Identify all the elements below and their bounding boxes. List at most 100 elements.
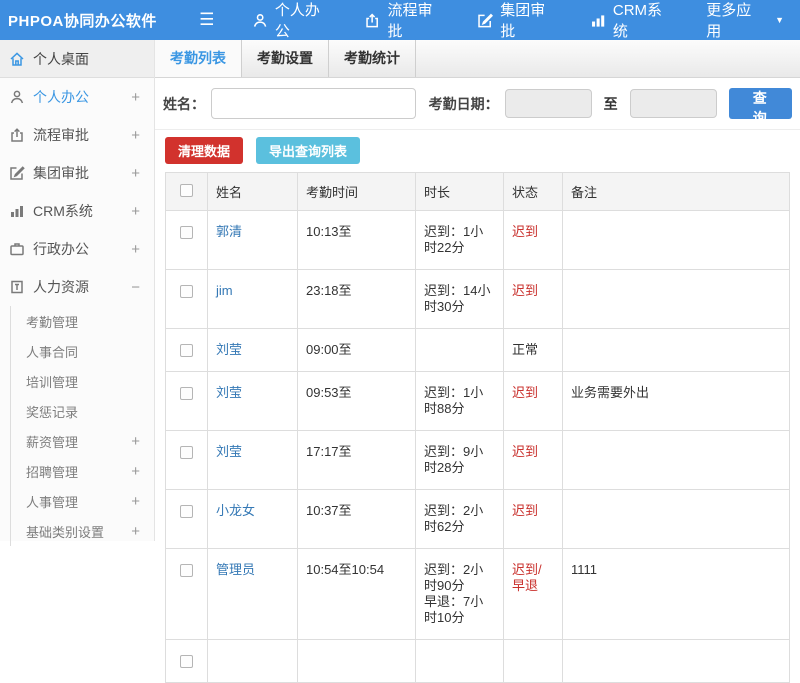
sidebar-item-recruitment-management[interactable]: 招聘管理 + bbox=[11, 456, 154, 486]
sidebar-item-hr-contract[interactable]: 人事合同 bbox=[11, 336, 154, 366]
attendance-time: 10:13至 bbox=[298, 211, 416, 270]
workflow-icon bbox=[364, 12, 380, 29]
attendance-table-wrap: 姓名 考勤时间 时长 状态 备注 郭清 10:13至 迟到：1小时22分 迟到 bbox=[155, 172, 800, 683]
row-checkbox[interactable] bbox=[180, 655, 193, 668]
duration: 迟到：14小时30分 bbox=[416, 270, 504, 329]
nav-group-approval[interactable]: 集团审批 bbox=[461, 0, 574, 40]
employee-name-link[interactable]: jim bbox=[216, 283, 233, 298]
edit-icon bbox=[9, 165, 25, 181]
name-input[interactable] bbox=[211, 88, 416, 119]
submenu-item-label: 培训管理 bbox=[26, 372, 78, 391]
sidebar-item-attendance-management[interactable]: 考勤管理 bbox=[11, 306, 154, 336]
edit-icon bbox=[477, 12, 493, 29]
sidebar-item-training-management[interactable]: 培训管理 bbox=[11, 366, 154, 396]
sidebar-item-label: 行政办公 bbox=[33, 239, 89, 259]
row-checkbox[interactable] bbox=[180, 387, 193, 400]
employee-name-link[interactable]: 小龙女 bbox=[216, 503, 255, 518]
table-row: 刘莹 09:53至 迟到：1小时88分 迟到 业务需要外出 bbox=[166, 372, 790, 431]
expand-plus-icon[interactable]: + bbox=[131, 463, 140, 480]
sidebar-item-salary-management[interactable]: 薪资管理 + bbox=[11, 426, 154, 456]
duration: 迟到：2小时90分 早退：7小时10分 bbox=[416, 549, 504, 640]
expand-plus-icon[interactable]: + bbox=[131, 127, 140, 144]
expand-plus-icon[interactable]: + bbox=[131, 203, 140, 220]
expand-plus-icon[interactable]: + bbox=[131, 89, 140, 106]
date-end-input[interactable] bbox=[630, 89, 717, 118]
row-checkbox[interactable] bbox=[180, 285, 193, 298]
nav-item-label: CRM系统 bbox=[613, 0, 674, 41]
top-navbar: PHPOA协同办公软件 ☰ 个人办公 流程审批 集团审批 CRM系统 更多应 bbox=[0, 0, 800, 40]
attendance-time: 09:00至 bbox=[298, 329, 416, 372]
expand-plus-icon[interactable]: + bbox=[131, 433, 140, 450]
employee-name-link[interactable]: 郭清 bbox=[216, 224, 242, 239]
sidebar-item-human-resources[interactable]: 人力资源 − bbox=[0, 268, 154, 306]
remark bbox=[563, 211, 790, 270]
nav-workflow-approval[interactable]: 流程审批 bbox=[348, 0, 461, 40]
nav-more-apps[interactable]: 更多应用 ▼ bbox=[690, 0, 800, 40]
employee-name-link[interactable]: 刘莹 bbox=[216, 385, 242, 400]
sidebar-item-base-category-settings[interactable]: 基础类别设置 + bbox=[11, 516, 154, 546]
sidebar-item-personal-office[interactable]: 个人办公 + bbox=[0, 78, 154, 116]
col-status: 状态 bbox=[504, 173, 563, 211]
row-checkbox[interactable] bbox=[180, 505, 193, 518]
date-start-input[interactable] bbox=[505, 89, 592, 118]
sidebar-item-admin-office[interactable]: 行政办公 + bbox=[0, 230, 154, 268]
expand-plus-icon[interactable]: + bbox=[131, 523, 140, 540]
date-label: 考勤日期： bbox=[429, 94, 499, 114]
nav-crm-system[interactable]: CRM系统 bbox=[574, 0, 691, 40]
export-list-button[interactable]: 导出查询列表 bbox=[256, 137, 360, 164]
employee-name-link[interactable]: 刘莹 bbox=[216, 342, 242, 357]
sidebar-item-workflow-approval[interactable]: 流程审批 + bbox=[0, 116, 154, 154]
sidebar-item-personnel-management[interactable]: 人事管理 + bbox=[11, 486, 154, 516]
table-row: 管理员 10:54至10:54 迟到：2小时90分 早退：7小时10分 迟到/早… bbox=[166, 549, 790, 640]
action-buttons: 清理数据 导出查询列表 bbox=[155, 130, 800, 172]
attendance-time: 10:37至 bbox=[298, 490, 416, 549]
attendance-table: 姓名 考勤时间 时长 状态 备注 郭清 10:13至 迟到：1小时22分 迟到 bbox=[165, 172, 790, 683]
tab-attendance-settings[interactable]: 考勤设置 bbox=[242, 40, 329, 77]
row-checkbox[interactable] bbox=[180, 446, 193, 459]
menu-toggle-icon[interactable]: ☰ bbox=[199, 10, 235, 30]
tab-attendance-list[interactable]: 考勤列表 bbox=[155, 40, 242, 77]
select-all-checkbox[interactable] bbox=[180, 184, 193, 197]
nav-item-label: 个人办公 bbox=[275, 0, 332, 41]
sidebar-item-label: 个人办公 bbox=[33, 87, 89, 107]
status-badge: 迟到 bbox=[504, 490, 563, 549]
sidebar-item-crm-system[interactable]: CRM系统 + bbox=[0, 192, 154, 230]
expand-plus-icon[interactable]: + bbox=[131, 493, 140, 510]
clear-data-button[interactable]: 清理数据 bbox=[165, 137, 243, 164]
row-checkbox[interactable] bbox=[180, 344, 193, 357]
table-row: 小龙女 10:37至 迟到：2小时62分 迟到 bbox=[166, 490, 790, 549]
status-badge: 迟到 bbox=[504, 270, 563, 329]
submenu-item-label: 薪资管理 bbox=[26, 432, 78, 451]
nav-item-label: 集团审批 bbox=[500, 0, 557, 41]
sidebar-item-desktop[interactable]: 个人桌面 bbox=[0, 40, 154, 78]
duration: 迟到：9小时28分 bbox=[416, 431, 504, 490]
employee-name-link[interactable]: 管理员 bbox=[216, 562, 255, 577]
remark: 业务需要外出 bbox=[563, 372, 790, 431]
workflow-icon bbox=[9, 127, 25, 143]
submenu-item-label: 考勤管理 bbox=[26, 312, 78, 331]
sidebar-item-group-approval[interactable]: 集团审批 + bbox=[0, 154, 154, 192]
expand-plus-icon[interactable]: + bbox=[131, 165, 140, 182]
sidebar-item-label: CRM系统 bbox=[33, 201, 93, 221]
tab-attendance-statistics[interactable]: 考勤统计 bbox=[329, 40, 416, 77]
submenu-item-label: 人事合同 bbox=[26, 342, 78, 361]
nav-item-label: 流程审批 bbox=[388, 0, 445, 41]
attendance-time: 17:17至 bbox=[298, 431, 416, 490]
nav-personal-office[interactable]: 个人办公 bbox=[236, 0, 349, 40]
sidebar-item-reward-punishment[interactable]: 奖惩记录 bbox=[11, 396, 154, 426]
duration: 迟到：1小时22分 bbox=[416, 211, 504, 270]
remark bbox=[563, 329, 790, 372]
expand-plus-icon[interactable]: + bbox=[131, 241, 140, 258]
remark bbox=[563, 270, 790, 329]
status-badge: 迟到 bbox=[504, 211, 563, 270]
row-checkbox[interactable] bbox=[180, 564, 193, 577]
query-button[interactable]: 查 询 bbox=[729, 88, 792, 119]
col-remark: 备注 bbox=[563, 173, 790, 211]
search-form: 姓名： 考勤日期： 至 查 询 bbox=[155, 78, 800, 130]
employee-name-link[interactable]: 刘莹 bbox=[216, 444, 242, 459]
table-row: 郭清 10:13至 迟到：1小时22分 迟到 bbox=[166, 211, 790, 270]
hr-submenu: 考勤管理 人事合同 培训管理 奖惩记录 薪资管理 + 招聘管理 + 人事管理 +… bbox=[10, 306, 154, 546]
row-checkbox[interactable] bbox=[180, 226, 193, 239]
collapse-minus-icon[interactable]: − bbox=[131, 279, 140, 296]
duration bbox=[416, 329, 504, 372]
